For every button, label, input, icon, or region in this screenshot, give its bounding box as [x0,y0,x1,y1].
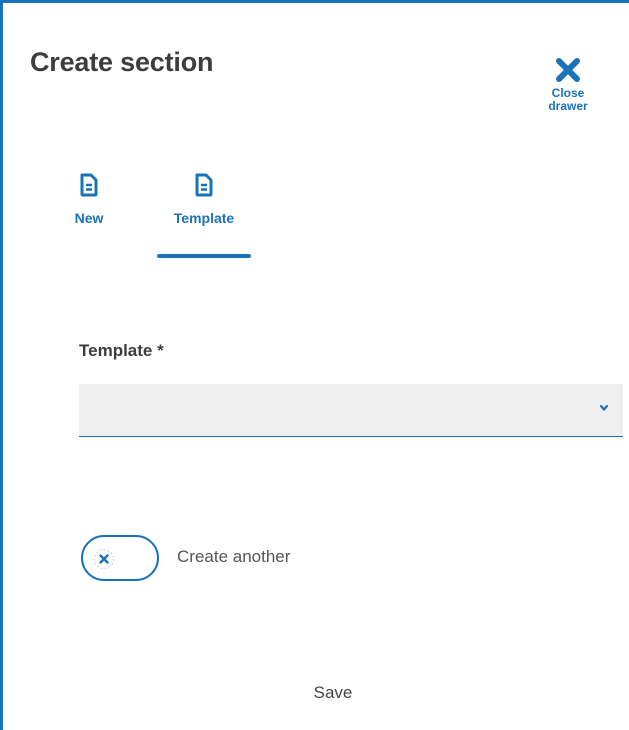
tab-template[interactable]: Template [157,173,251,226]
document-icon [80,173,98,197]
tab-new[interactable]: New [65,173,113,226]
close-drawer-button[interactable]: Close drawer [539,57,597,113]
document-icon [195,173,213,197]
save-button[interactable]: Save [283,683,383,703]
create-another-label: Create another [177,547,291,566]
create-another-toggle[interactable] [81,535,159,581]
toggle-off-x-icon [94,549,114,569]
template-field-label: Template * [79,341,164,360]
drawer-title: Create section [30,47,214,77]
tab-template-label: Template [173,210,235,226]
create-section-drawer: Create section Close drawer New Template… [0,0,629,730]
close-drawer-label: Close drawer [548,86,588,113]
template-select[interactable] [79,384,623,437]
chevron-down-icon [599,404,609,411]
active-tab-indicator [157,254,251,258]
close-icon [556,58,580,82]
tab-new-label: New [74,210,104,226]
